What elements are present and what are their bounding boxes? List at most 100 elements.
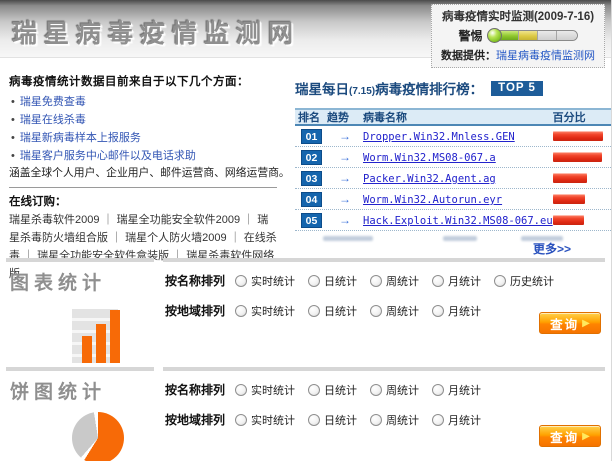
radio-input[interactable]	[235, 384, 247, 396]
radio-input[interactable]	[308, 414, 320, 426]
rank-cell: 05	[295, 211, 327, 229]
radio-input[interactable]	[432, 275, 444, 287]
percent-bar	[553, 152, 602, 162]
radio-option: 历史统计	[494, 273, 554, 289]
pie-stats-left: 饼图统计	[6, 367, 154, 461]
gauge-segment-gray	[538, 31, 557, 40]
percent-cell	[553, 173, 612, 183]
trend-arrow-icon: →	[327, 192, 363, 206]
more-link[interactable]: 更多>>	[533, 240, 571, 257]
chart-radio-rows: 按名称排列实时统计日统计周统计月统计历史统计按地域排列实时统计日统计周统计月统计	[163, 272, 605, 319]
radio-input[interactable]	[370, 414, 382, 426]
radio-option-label: 日统计	[324, 273, 357, 289]
source-link[interactable]: 瑞星新病毒样本上报服务	[20, 132, 141, 144]
pie-radio-rows: 按名称排列实时统计日统计周统计月统计按地域排列实时统计日统计周统计月统计	[163, 381, 605, 428]
coverage-text: 涵盖全球个人用户、企业用户、邮件运营商、网络运营商。	[9, 165, 278, 182]
percent-bar	[553, 194, 586, 204]
virus-name-link[interactable]: Worm.Win32.MS08-067.a	[363, 152, 496, 164]
source-link[interactable]: 瑞星在线杀毒	[20, 114, 86, 126]
virus-ranking-panel: 瑞星每日(7.15)病毒疫情排行榜： TOP 5 排名 趋势 病毒名称 百分比 …	[286, 58, 612, 254]
virus-name-link[interactable]: Worm.Win32.Autorun.eyr	[363, 194, 502, 206]
rank-badge: 03	[301, 171, 322, 186]
trend-cell: →	[327, 148, 363, 166]
trend-arrow-icon: →	[327, 150, 363, 164]
rank-cell: 04	[295, 190, 327, 208]
source-link-item: • 瑞星在线杀毒	[9, 111, 278, 129]
alert-gauge-row: 警惕	[436, 27, 600, 44]
radio-input[interactable]	[432, 384, 444, 396]
radio-input[interactable]	[235, 275, 247, 287]
chart-stats-left: 图表统计	[6, 258, 154, 363]
pie-stats-section: 饼图统计 按名称排列实时统计日统计周统计月统计按地域排列实时统计日统计周统计月统…	[0, 367, 611, 461]
source-link-item: •瑞星免费查毒	[9, 93, 278, 111]
percent-cell	[553, 194, 612, 204]
radio-option: 实时统计	[235, 303, 295, 319]
radio-input[interactable]	[370, 384, 382, 396]
alert-level-label: 警惕	[458, 27, 482, 44]
realtime-monitor-box: 病毒疫情实时监测(2009-7-16) 警惕 数据提供：瑞星病毒疫情监测网	[431, 4, 605, 68]
table-row: 04→Worm.Win32.Autorun.eyr	[295, 189, 612, 210]
radio-input[interactable]	[235, 414, 247, 426]
source-link-item: •瑞星新病毒样本上报服务	[9, 129, 278, 147]
radio-input[interactable]	[308, 275, 320, 287]
radio-option-label: 实时统计	[251, 382, 295, 398]
pie-query-button[interactable]: 查询▶	[539, 425, 601, 447]
pie-stats-title: 饼图统计	[10, 377, 154, 404]
name-cell: Packer.Win32.Agent.ag	[363, 169, 553, 187]
radio-input[interactable]	[370, 275, 382, 287]
radio-option-label: 月统计	[448, 382, 481, 398]
radio-input[interactable]	[494, 275, 506, 287]
faded-text-artifact	[323, 236, 373, 241]
rank-cell: 02	[295, 148, 327, 166]
purchase-link[interactable]: 瑞星杀毒软件2009	[9, 214, 99, 226]
provider-link[interactable]: 瑞星病毒疫情监测网	[496, 50, 595, 62]
chart-stats-section: 图表统计 按名称排列实时统计日统计周统计月统计历史统计按地域排列实时统计日统计周…	[0, 258, 611, 363]
radio-option-label: 实时统计	[251, 273, 295, 289]
gauge-segment-green	[499, 31, 519, 40]
radio-input[interactable]	[308, 305, 320, 317]
separator: ｜	[108, 232, 125, 244]
virus-name-link[interactable]: Hack.Exploit.Win32.MS08-067.eu	[363, 215, 553, 227]
radio-option-label: 周统计	[386, 412, 419, 428]
radio-option: 实时统计	[235, 382, 295, 398]
trend-cell: →	[327, 169, 363, 187]
chart-query-button[interactable]: 查询▶	[539, 312, 601, 334]
trend-cell: →	[327, 127, 363, 145]
rank-cell: 01	[295, 127, 327, 145]
site-title: 瑞星病毒疫情监测网	[12, 14, 300, 50]
name-cell: Dropper.Win32.Mnless.GEN	[363, 127, 553, 145]
radio-input[interactable]	[370, 305, 382, 317]
radio-input[interactable]	[432, 305, 444, 317]
radio-input[interactable]	[235, 305, 247, 317]
monitor-title: 病毒疫情实时监测(2009-7-16)	[436, 8, 600, 24]
radio-input[interactable]	[432, 414, 444, 426]
table-row: 02 →Worm.Win32.MS08-067.a	[295, 147, 612, 168]
pie-chart-icon	[72, 412, 124, 461]
radio-option-label: 日统计	[324, 303, 357, 319]
radio-input[interactable]	[308, 384, 320, 396]
percent-bar	[553, 215, 584, 225]
source-link[interactable]: 瑞星免费查毒	[20, 96, 86, 108]
source-link[interactable]: 瑞星客户服务中心邮件以及电话求助	[20, 150, 196, 162]
radio-option: 月统计	[432, 303, 481, 319]
faded-text-artifact	[443, 236, 477, 241]
radio-group-label: 按地域排列	[165, 302, 225, 319]
rank-badge: 02	[301, 150, 322, 165]
chart-stats-controls: 按名称排列实时统计日统计周统计月统计历史统计按地域排列实时统计日统计周统计月统计…	[163, 258, 605, 363]
rank-cell: 03	[295, 169, 327, 187]
threat-gauge-icon	[487, 28, 578, 43]
bar-chart-icon	[72, 301, 134, 363]
virus-name-link[interactable]: Dropper.Win32.Mnless.GEN	[363, 131, 515, 143]
play-arrow-icon: ▶	[582, 431, 590, 442]
radio-option: 日统计	[308, 303, 357, 319]
purchase-link[interactable]: 瑞星个人防火墙2009	[125, 232, 226, 244]
bullet-icon: •	[11, 114, 15, 126]
radio-option-label: 实时统计	[251, 412, 295, 428]
sidebar: 病毒疫情统计数据目前来自于以下几个方面： •瑞星免费查毒•瑞星在线杀毒•瑞星新病…	[0, 58, 286, 254]
radio-option: 周统计	[370, 273, 419, 289]
purchase-link[interactable]: 瑞星全功能安全软件2009	[117, 214, 240, 226]
radio-option: 周统计	[370, 303, 419, 319]
gauge-segment-gray	[557, 31, 576, 40]
table-header: 排名 趋势 病毒名称 百分比	[295, 108, 612, 126]
virus-name-link[interactable]: Packer.Win32.Agent.ag	[363, 173, 496, 185]
